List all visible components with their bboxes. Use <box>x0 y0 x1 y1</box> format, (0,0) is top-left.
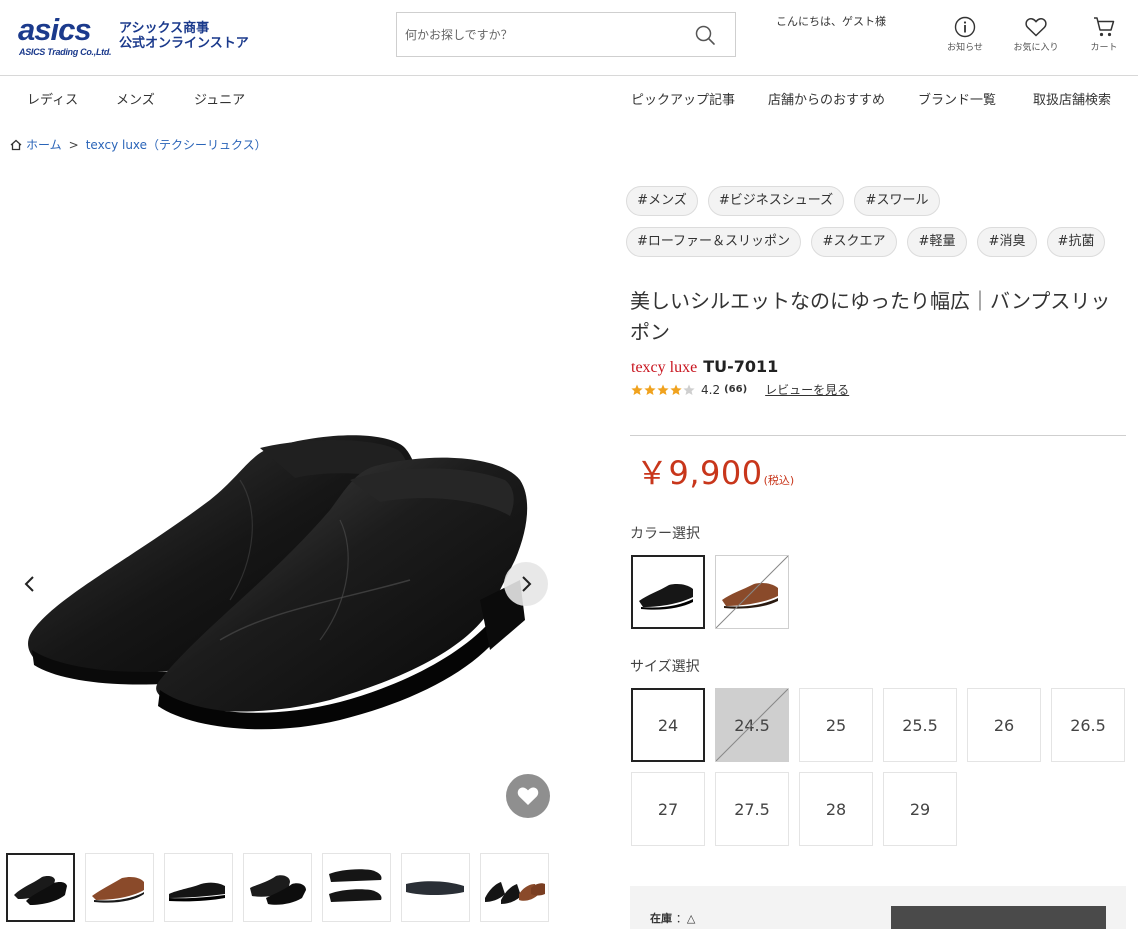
breadcrumb: ホーム > texcy luxe（テクシーリュクス） <box>10 136 267 153</box>
thumbnail-3[interactable] <box>164 853 233 922</box>
main-product-image[interactable] <box>10 180 566 840</box>
tag-item[interactable]: #軽量 <box>907 227 967 257</box>
star-icon <box>670 384 682 395</box>
notice-button[interactable]: お知らせ <box>937 16 993 53</box>
model-number: TU-7011 <box>703 357 779 376</box>
tag-item[interactable]: #スクエア <box>811 227 897 257</box>
size-option-24[interactable]: 24 <box>631 688 705 762</box>
logo-text: asics <box>18 12 92 47</box>
chevron-left-icon <box>24 576 34 592</box>
search-icon[interactable] <box>694 24 716 46</box>
favorites-label: お気に入り <box>1013 43 1059 53</box>
thumbnail-1[interactable] <box>6 853 75 922</box>
site-header: asics ASICS Trading Co.,Ltd. アシックス商事 公式オ… <box>0 0 1138 76</box>
info-icon <box>954 16 976 38</box>
search-input[interactable] <box>397 13 687 56</box>
price-tax-label: (税込) <box>763 474 795 487</box>
size-option-27-5[interactable]: 27.5 <box>715 772 789 846</box>
search-box <box>396 12 736 57</box>
tag-item[interactable]: #スワール <box>854 186 940 216</box>
nav-item-ladies[interactable]: レディス <box>27 89 78 108</box>
gallery-prev-button[interactable] <box>8 562 52 606</box>
size-option-27[interactable]: 27 <box>631 772 705 846</box>
tag-item[interactable]: #ローファー＆スリッポン <box>626 227 801 257</box>
thumbnail-7[interactable] <box>480 853 549 922</box>
stock-value: ：△ <box>675 912 696 925</box>
nav-item-junior[interactable]: ジュニア <box>194 89 245 108</box>
gallery-next-button[interactable] <box>504 562 548 606</box>
size-option-28[interactable]: 28 <box>799 772 873 846</box>
star-icon <box>657 384 669 395</box>
size-option-29[interactable]: 29 <box>883 772 957 846</box>
favorites-button[interactable]: お気に入り <box>1008 16 1064 53</box>
nav-item-store-search[interactable]: 取扱店舗検索 <box>1033 89 1111 108</box>
cart-button[interactable]: カート <box>1076 16 1132 53</box>
purchase-panel: 在庫 ：△ <box>630 886 1126 929</box>
size-option-25-5[interactable]: 25.5 <box>883 688 957 762</box>
tag-item[interactable]: #消臭 <box>977 227 1037 257</box>
asics-logo[interactable]: asics ASICS Trading Co.,Ltd. <box>18 12 112 60</box>
rating-score: 4.2 <box>701 382 721 397</box>
size-option-25[interactable]: 25 <box>799 688 873 762</box>
review-count: (66) <box>724 384 748 395</box>
size-option-26-5[interactable]: 26.5 <box>1051 688 1125 762</box>
breadcrumb-separator: > <box>68 137 79 152</box>
size-option-label: 24.5 <box>734 715 770 735</box>
store-name-line2: 公式オンラインストア <box>119 36 249 51</box>
tag-item[interactable]: #抗菌 <box>1047 227 1105 257</box>
logo-subtext: ASICS Trading Co.,Ltd. <box>19 47 112 57</box>
price: ￥9,900 (税込) <box>636 448 794 494</box>
cart-icon <box>1094 17 1115 37</box>
star-empty-icon <box>683 384 695 395</box>
nav-item-brands[interactable]: ブランド一覧 <box>918 89 996 108</box>
home-icon[interactable] <box>10 139 22 151</box>
nav-item-mens[interactable]: メンズ <box>116 89 155 108</box>
brand-name[interactable]: texcy luxe <box>631 359 697 377</box>
brand-model-line: texcy luxe TU-7011 <box>631 357 778 377</box>
color-swatch-brown[interactable] <box>715 555 789 629</box>
price-amount: ￥9,900 <box>636 454 763 492</box>
breadcrumb-home[interactable]: ホーム <box>26 136 62 153</box>
tag-item[interactable]: #メンズ <box>626 186 698 216</box>
greeting-text: こんにちは、ゲスト様 <box>776 15 886 28</box>
size-select-label: サイズ選択 <box>630 659 700 675</box>
add-to-cart-button[interactable] <box>891 906 1106 929</box>
heart-outline-icon <box>1025 18 1047 37</box>
color-swatch-black[interactable] <box>631 555 705 629</box>
view-reviews-link[interactable]: レビューを見る <box>765 381 849 398</box>
star-icon <box>644 384 656 395</box>
category-nav: レディス メンズ ジュニア ピックアップ記事 店舗からのおすすめ ブランド一覧 … <box>0 76 1138 120</box>
thumbnail-2[interactable] <box>85 853 154 922</box>
thumbnail-5[interactable] <box>322 853 391 922</box>
rating-row: 4.2 (66) レビューを見る <box>631 381 849 398</box>
nav-item-store-recommend[interactable]: 店舗からのおすすめ <box>768 89 885 108</box>
notice-label: お知らせ <box>947 43 983 53</box>
size-option-26[interactable]: 26 <box>967 688 1041 762</box>
divider <box>630 435 1126 436</box>
store-name[interactable]: アシックス商事 公式オンラインストア <box>119 21 249 51</box>
thumbnail-4[interactable] <box>243 853 312 922</box>
add-favorite-button[interactable] <box>506 774 550 818</box>
thumbnail-6[interactable] <box>401 853 470 922</box>
size-option-24-5[interactable]: 24.5 <box>715 688 789 762</box>
nav-item-pickup[interactable]: ピックアップ記事 <box>631 89 735 108</box>
stock-status: 在庫 ：△ <box>650 910 695 926</box>
color-select-label: カラー選択 <box>630 526 700 542</box>
stock-label: 在庫 <box>650 912 672 925</box>
tag-item[interactable]: #ビジネスシューズ <box>708 186 844 216</box>
breadcrumb-current[interactable]: texcy luxe（テクシーリュクス） <box>86 136 267 153</box>
product-title: 美しいシルエットなのにゆったり幅広｜バンプスリッポン <box>630 289 1111 344</box>
star-icon <box>631 384 643 395</box>
store-name-line1: アシックス商事 <box>119 21 210 36</box>
heart-icon <box>517 787 539 805</box>
chevron-right-icon <box>522 576 532 592</box>
cart-label: カート <box>1090 43 1118 53</box>
star-rating <box>631 384 695 396</box>
